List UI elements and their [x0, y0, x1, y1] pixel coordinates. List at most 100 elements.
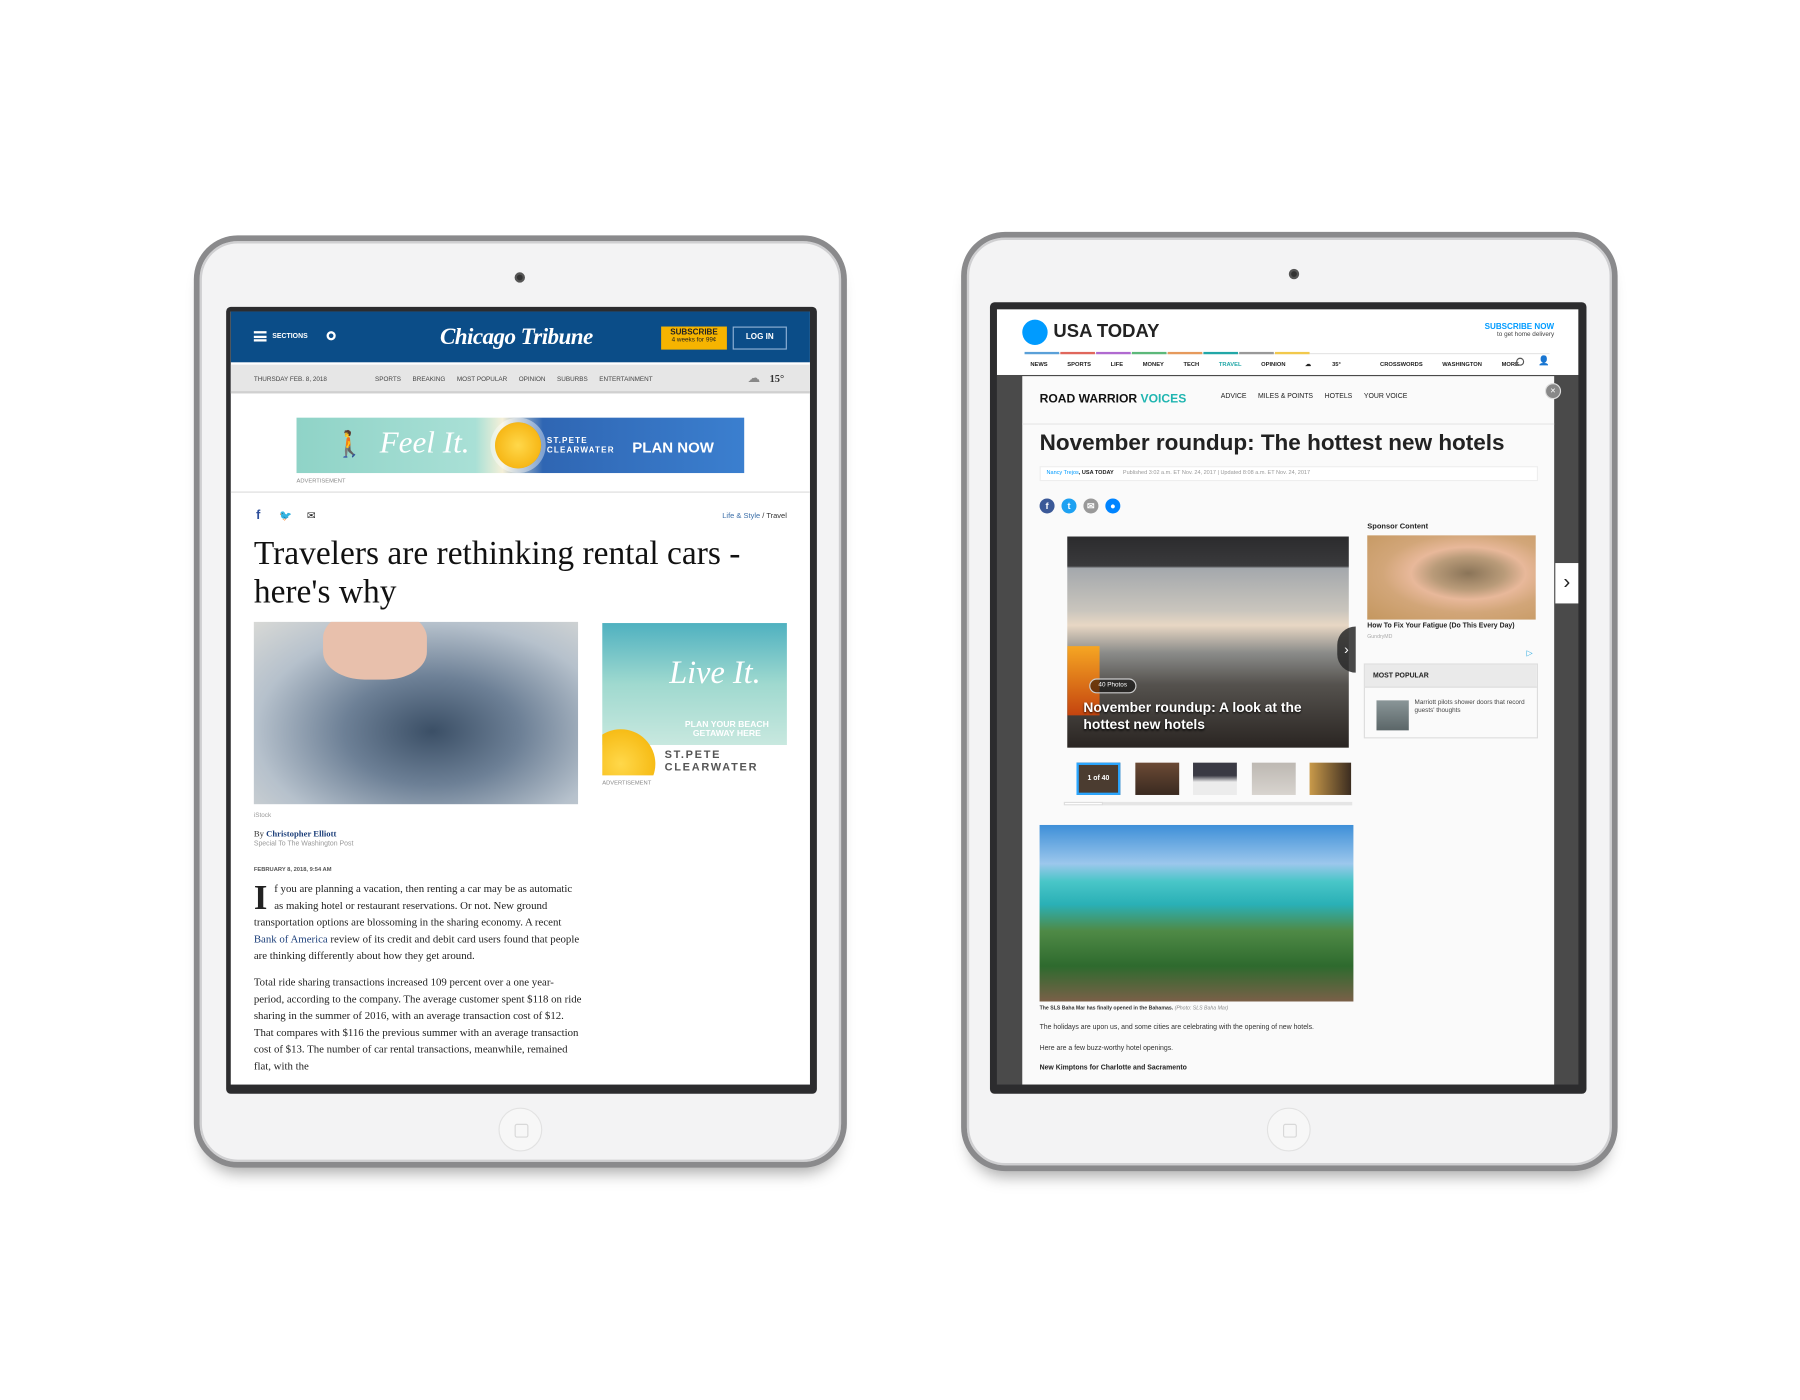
email-icon[interactable]: ✉ [307, 510, 316, 523]
photo-gallery[interactable]: 40 Photos November roundup: A look at th… [1067, 536, 1349, 748]
nav-breaking[interactable]: BREAKING [413, 376, 446, 383]
screen-right: USA TODAY SUBSCRIBE NOW to get home deli… [989, 302, 1587, 1094]
caption-text: The SLS Baha Mar has finally opened in t… [1039, 1004, 1175, 1011]
breadcrumb-subsection[interactable]: Travel [766, 512, 787, 520]
email-icon[interactable]: ✉ [1083, 498, 1099, 514]
thumbnail-3[interactable] [1193, 762, 1237, 795]
image-credit: iStock [253, 812, 272, 820]
road-warrior-voices-logo[interactable]: ROAD WARRIOR VOICES [1040, 392, 1187, 406]
nav-opinion[interactable]: OPINION [519, 376, 546, 383]
nav-money[interactable]: MONEY [1143, 361, 1164, 368]
nav-crosswords[interactable]: CROSSWORDS [1380, 361, 1423, 368]
side-ad-tagline: Live It. [669, 655, 761, 692]
ad-brand-1: ST.PETE [546, 437, 588, 446]
sponsor-title[interactable]: How To Fix Your Fatigue (Do This Every D… [1367, 623, 1514, 630]
nav-washington[interactable]: WASHINGTON [1442, 361, 1482, 368]
hamburger-icon[interactable] [253, 331, 267, 342]
brand-b: VOICES [1140, 392, 1187, 407]
nav-color-segment [1274, 351, 1310, 355]
paragraph-2: Total ride sharing transactions increase… [253, 977, 582, 1073]
nav-weather[interactable]: ☁ 35° [1305, 361, 1360, 368]
user-icon[interactable]: 👤 [1538, 355, 1550, 365]
nav-tech[interactable]: TECH [1184, 361, 1200, 368]
usat-logo[interactable]: USA TODAY [1053, 322, 1159, 343]
breadcrumb: Life & Style / Travel [722, 512, 787, 520]
subscribe-now-label: SUBSCRIBE NOW [1484, 323, 1555, 332]
home-button[interactable] [1266, 1107, 1311, 1152]
author-link[interactable]: Christopher Elliott [266, 828, 336, 838]
temperature[interactable]: 15° [770, 373, 785, 385]
photo-count-badge: 40 Photos [1089, 678, 1137, 694]
thumbnail-5[interactable] [1309, 762, 1352, 795]
breadcrumb-section[interactable]: Life & Style [722, 512, 760, 520]
popular-item[interactable]: Marriott pilots shower doors that record… [1415, 699, 1530, 715]
link-miles-points[interactable]: MILES & POINTS [1258, 393, 1313, 400]
thumbnail-2[interactable] [1135, 762, 1180, 795]
nav-color-lines [1024, 351, 1550, 355]
nav-opinion[interactable]: OPINION [1261, 361, 1285, 368]
plan-now-cta[interactable]: PLAN NOW [632, 438, 714, 455]
nav-entertainment[interactable]: ENTERTAINMENT [599, 376, 652, 383]
nav-sports[interactable]: SPORTS [1067, 361, 1091, 368]
weather-temp: 35° [1332, 361, 1341, 369]
beach-image[interactable] [1039, 824, 1354, 1002]
ct-header: SECTIONS Chicago Tribune SUBSCRIBE 4 wee… [230, 311, 810, 363]
paragraph-2: Here are a few buzz-worthy hotel opening… [1039, 1045, 1174, 1053]
messenger-icon[interactable]: ● [1105, 498, 1121, 514]
link-hotels[interactable]: HOTELS [1325, 393, 1353, 400]
subscribe-button[interactable]: SUBSCRIBE 4 weeks for 99¢ [661, 326, 727, 350]
ad-brand-2: CLEARWATER [546, 446, 615, 455]
most-popular: MOST POPULAR Marriott pilots shower door… [1363, 663, 1539, 739]
thumbnail-scrollbar[interactable] [1063, 801, 1353, 806]
login-button[interactable]: LOG IN [732, 326, 787, 350]
home-button[interactable] [498, 1107, 543, 1152]
nav-color-segment [1131, 351, 1167, 355]
facebook-icon[interactable]: f [1039, 498, 1055, 514]
nav-suburbs[interactable]: SUBURBS [557, 376, 588, 383]
search-icon[interactable] [1516, 357, 1525, 366]
article-image[interactable] [253, 621, 579, 805]
ct-logo[interactable]: Chicago Tribune [427, 324, 606, 351]
adchoices-icon[interactable]: ▷ [1526, 648, 1532, 658]
close-button[interactable]: × [1544, 383, 1562, 400]
outlet: , USA TODAY [1078, 470, 1114, 477]
nav-life[interactable]: LIFE [1111, 361, 1124, 368]
share-icons: f t ✉ ● [1039, 494, 1128, 515]
article-panel: ROAD WARRIOR VOICES ADVICE MILES & POINTS… [1022, 376, 1555, 1085]
bank-of-america-link[interactable]: Bank of America [254, 934, 328, 946]
thumbnail-1[interactable]: 1 of 40 [1076, 762, 1121, 795]
popular-thumb[interactable] [1376, 700, 1409, 731]
subscribe-now[interactable]: SUBSCRIBE NOW to get home delivery [1485, 323, 1555, 338]
side-ad-label: ADVERTISEMENT [602, 779, 652, 787]
nav-color-segment [1096, 351, 1131, 355]
thumbnail-4[interactable] [1251, 762, 1296, 795]
next-article-button[interactable]: › [1555, 563, 1579, 604]
caption-credit: (Photo: SLS Baha Mar) [1174, 1004, 1229, 1011]
byline-prefix: By [253, 828, 267, 839]
usat-nav: NEWS SPORTS LIFE MONEY TECH TRAVEL OPINION ☁ 35… [1030, 361, 1538, 368]
nav-sports[interactable]: SPORTS [375, 376, 401, 383]
nav-color-segment [1024, 351, 1060, 355]
screen-left: SECTIONS Chicago Tribune SUBSCRIBE 4 wee… [226, 306, 817, 1094]
facebook-icon[interactable]: f [256, 509, 260, 523]
updated: | Updated 8:08 a.m. ET Nov. 24, 2017 [1215, 470, 1311, 477]
byline: Nancy Trejos, USA TODAY Published 3:02 a.… [1039, 466, 1539, 482]
side-ad[interactable]: Live It. PLAN YOUR BEACH GETAWAY HERE ST… [602, 623, 787, 776]
author-link[interactable]: Nancy Trejos [1046, 471, 1078, 477]
sun-logo [602, 729, 656, 776]
twitter-icon[interactable]: 🐦 [279, 510, 292, 523]
side-ad-cta: PLAN YOUR BEACH GETAWAY HERE [684, 718, 769, 739]
search-icon[interactable] [326, 331, 336, 341]
section-header: ROAD WARRIOR VOICES ADVICE MILES & POINTS… [1022, 376, 1555, 425]
top-ad-banner[interactable]: 🚶 Feel It. ST.PETE CLEARWATER PLAN NOW [296, 417, 745, 474]
nav-most-popular[interactable]: MOST POPULAR [457, 376, 507, 383]
link-advice[interactable]: ADVICE [1221, 393, 1247, 400]
link-your-voice[interactable]: YOUR VOICE [1364, 393, 1407, 400]
sponsor-image[interactable] [1367, 535, 1536, 620]
twitter-icon[interactable]: t [1061, 498, 1077, 514]
sections-button[interactable]: SECTIONS [272, 333, 307, 340]
nav-news[interactable]: NEWS [1030, 361, 1047, 368]
nav-travel[interactable]: TRAVEL [1219, 361, 1242, 368]
sponsor-heading: Sponsor Content [1367, 522, 1429, 531]
subscribe-offer: 4 weeks for 99¢ [671, 336, 717, 344]
